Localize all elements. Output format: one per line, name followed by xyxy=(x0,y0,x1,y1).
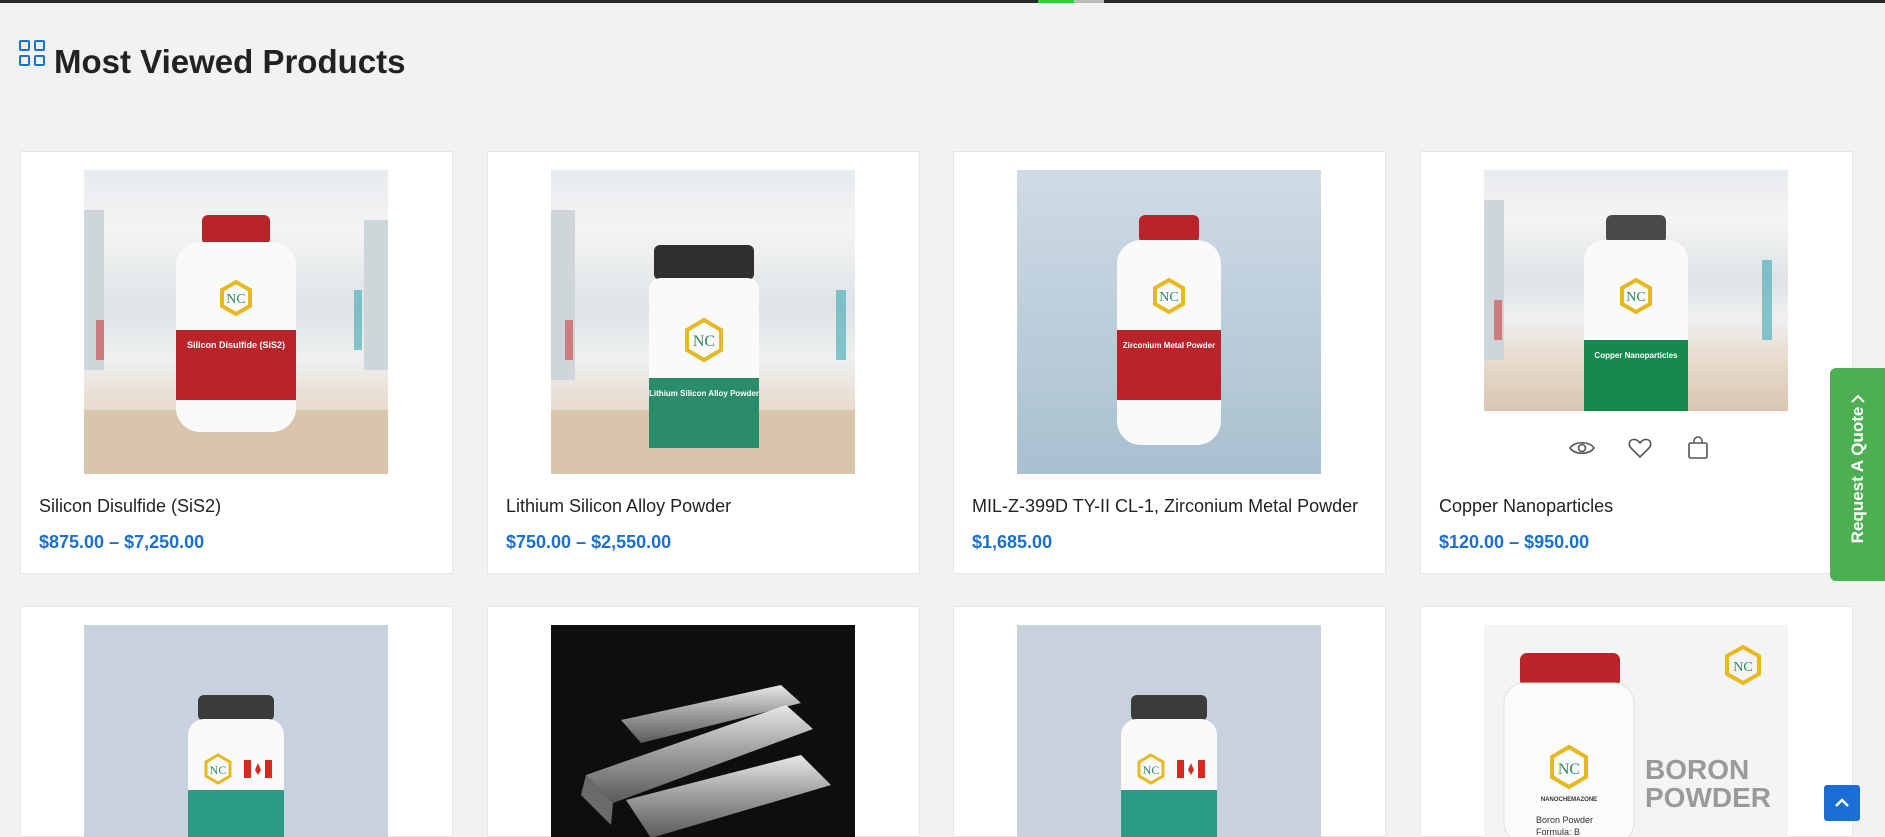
svg-text:Boron Powder: Boron Powder xyxy=(1536,815,1593,825)
product-image[interactable]: NC Zirconium Metal Powder xyxy=(1017,170,1321,474)
product-name[interactable]: Lithium Silicon Alloy Powder xyxy=(506,496,731,517)
product-image[interactable]: NC Lithium Silicon Alloy Powder xyxy=(551,170,855,474)
page-load-progress-bar xyxy=(0,0,1885,3)
bag-icon[interactable] xyxy=(1684,434,1712,462)
product-price: $750.00 – $2,550.00 xyxy=(506,532,672,552)
svg-text:Lithium Silicon Alloy Powder: Lithium Silicon Alloy Powder xyxy=(649,389,759,398)
svg-text:NC: NC xyxy=(1733,660,1752,675)
svg-text:BORON: BORON xyxy=(1645,754,1749,785)
product-name[interactable]: Copper Nanoparticles xyxy=(1439,496,1613,517)
product-image[interactable]: NC xyxy=(1017,625,1321,837)
svg-text:POWDER: POWDER xyxy=(1645,782,1771,813)
scroll-to-top-button[interactable] xyxy=(1824,785,1860,821)
product-actions xyxy=(1568,434,1712,462)
request-quote-tab[interactable]: Request A Quote xyxy=(1830,368,1885,581)
heart-icon[interactable] xyxy=(1626,434,1654,462)
product-price: $1,685.00 xyxy=(972,532,1053,552)
svg-text:NANOCHEMAZONE: NANOCHEMAZONE xyxy=(1541,797,1597,803)
svg-text:NC: NC xyxy=(1159,290,1178,305)
eye-icon[interactable] xyxy=(1568,434,1596,462)
product-card[interactable]: NC Copper Nanoparticles Copper Nanoparti… xyxy=(1420,151,1853,574)
svg-text:Silicon Disulfide (SiS2): Silicon Disulfide (SiS2) xyxy=(187,340,285,350)
product-name[interactable]: Silicon Disulfide (SiS2) xyxy=(39,496,221,517)
section-header: Most Viewed Products xyxy=(19,40,405,78)
svg-text:NC: NC xyxy=(1558,761,1580,778)
chevron-up-icon xyxy=(1851,394,1865,403)
svg-text:Zirconium Metal Powder: Zirconium Metal Powder xyxy=(1123,341,1215,350)
svg-text:Formula: B: Formula: B xyxy=(1536,827,1580,837)
product-card[interactable]: NC Silicon Disulfide (SiS2) Silicon Disu… xyxy=(20,151,453,574)
product-image[interactable] xyxy=(551,625,855,837)
product-name[interactable]: MIL-Z-399D TY-II CL-1, Zirconium Metal P… xyxy=(972,496,1358,517)
product-image[interactable]: NC Copper Nanoparticles xyxy=(1484,170,1788,411)
product-card[interactable]: NC xyxy=(20,606,453,837)
product-image[interactable]: NC Silicon Disulfide (SiS2) xyxy=(84,170,388,474)
svg-text:NC: NC xyxy=(1143,763,1160,777)
product-image[interactable]: NC NANOCHEMAZONE Boron Powder Formula: B… xyxy=(1484,625,1788,837)
product-card[interactable]: NC NANOCHEMAZONE Boron Powder Formula: B… xyxy=(1420,606,1853,837)
svg-text:NC: NC xyxy=(210,763,227,777)
product-image[interactable]: NC xyxy=(84,625,388,837)
svg-text:NC: NC xyxy=(226,292,245,307)
product-price: $875.00 – $7,250.00 xyxy=(39,532,205,552)
grid-icon xyxy=(19,40,47,68)
chevron-up-icon xyxy=(1835,798,1849,807)
svg-text:NC: NC xyxy=(1626,290,1645,305)
request-quote-label: Request A Quote xyxy=(1848,406,1867,543)
section-title: Most Viewed Products xyxy=(54,43,406,80)
product-card[interactable]: NC Zirconium Metal Powder MIL-Z-399D TY-… xyxy=(953,151,1386,574)
product-card[interactable]: NC Lithium Silicon Alloy Powder Lithium … xyxy=(487,151,920,574)
product-price: $120.00 – $950.00 xyxy=(1439,532,1590,552)
svg-text:NC: NC xyxy=(693,333,715,350)
product-card[interactable]: NC xyxy=(953,606,1386,837)
product-card[interactable] xyxy=(487,606,920,837)
svg-text:Copper Nanoparticles: Copper Nanoparticles xyxy=(1594,351,1678,360)
